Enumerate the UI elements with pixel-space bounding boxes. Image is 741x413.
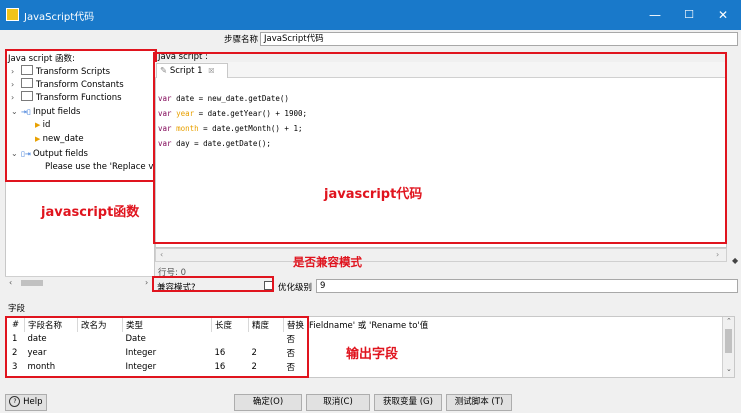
step-name-label: 步骤名称 (224, 35, 259, 45)
app-icon (6, 8, 19, 21)
diamond-icon: ◆ (732, 256, 739, 265)
annotation-compat: 是否兼容模式 (293, 255, 362, 269)
output-highlight-box (5, 316, 309, 378)
window-title-bar: JavaScript代码 — ☐ ✕ (0, 0, 741, 30)
script-hscrollbar[interactable]: ‹ › (155, 248, 727, 262)
get-variables-button[interactable]: 获取变量 (G) (374, 394, 442, 411)
functions-highlight-box (5, 49, 157, 182)
help-button-label: Help (23, 397, 43, 407)
scroll-left-icon[interactable]: ‹ (9, 278, 12, 287)
annotation-functions: javascript函数 (41, 205, 140, 220)
cancel-button[interactable]: 取消(C) (306, 394, 370, 411)
help-button[interactable]: ? Help (5, 394, 47, 411)
scroll-right-icon[interactable]: › (716, 250, 719, 259)
window-title: JavaScript代码 (24, 12, 95, 23)
scroll-up-icon[interactable]: ⌃ (726, 317, 732, 325)
test-script-button[interactable]: 测试脚本 (T) (446, 394, 512, 411)
ok-button[interactable]: 确定(O) (234, 394, 302, 411)
annotation-output: 输出字段 (346, 347, 399, 362)
scroll-left-icon[interactable]: ‹ (160, 250, 163, 259)
close-button[interactable]: ✕ (708, 6, 738, 24)
scroll-thumb[interactable] (725, 329, 732, 353)
scroll-down-icon[interactable]: ⌄ (726, 365, 732, 373)
scroll-thumb[interactable] (21, 280, 43, 286)
annotation-code: javascript代码 (324, 187, 423, 202)
functions-hscrollbar[interactable]: ‹ › (5, 276, 155, 288)
optimize-input[interactable]: 9 (316, 279, 738, 293)
compat-highlight-box (152, 276, 274, 292)
optimize-label: 优化级别 (278, 283, 313, 293)
help-icon: ? (9, 396, 21, 407)
fields-title: 字段 (8, 304, 26, 314)
scroll-right-icon[interactable]: › (145, 278, 148, 287)
step-name-input[interactable]: JavaScript代码 (260, 32, 738, 46)
code-highlight-box (153, 52, 727, 244)
fields-vscrollbar[interactable]: ⌃ ⌄ (722, 317, 734, 377)
minimize-button[interactable]: — (640, 6, 670, 24)
maximize-button[interactable]: ☐ (674, 6, 704, 24)
